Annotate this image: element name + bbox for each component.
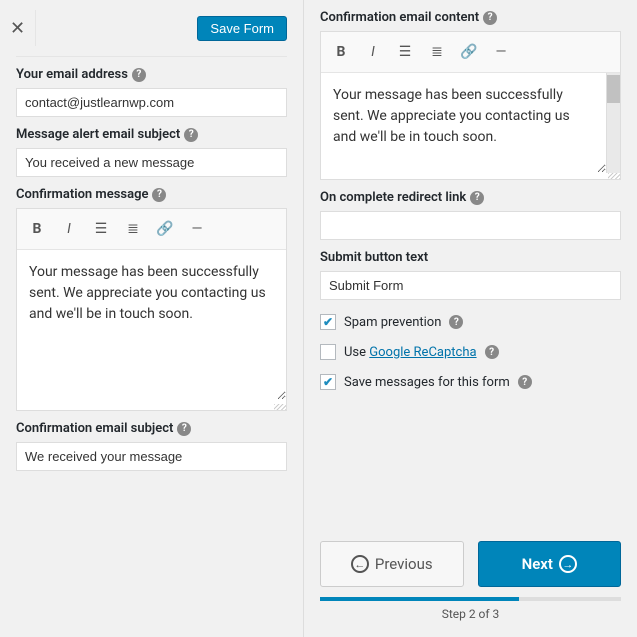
alert-subject-label: Message alert email subject ? xyxy=(16,127,287,142)
confirmation-message-label: Confirmation message ? xyxy=(16,187,287,202)
arrow-right-icon: → xyxy=(559,555,577,573)
redirect-link-label-text: On complete redirect link xyxy=(320,190,466,205)
alert-subject-label-text: Message alert email subject xyxy=(16,127,180,142)
bold-icon[interactable]: B xyxy=(23,215,51,243)
help-icon[interactable]: ? xyxy=(177,422,191,436)
help-icon[interactable]: ? xyxy=(132,68,146,82)
email-address-label: Your email address ? xyxy=(16,67,287,82)
help-icon[interactable]: ? xyxy=(483,11,497,25)
help-icon[interactable]: ? xyxy=(184,128,198,142)
email-address-input[interactable] xyxy=(16,88,287,117)
save-messages-label: Save messages for this form xyxy=(344,375,510,390)
submit-button-text-label-text: Submit button text xyxy=(320,250,428,265)
hr-icon[interactable]: — xyxy=(183,215,211,243)
recaptcha-checkbox[interactable] xyxy=(320,344,336,360)
step-indicator: Step 2 of 3 xyxy=(320,607,621,621)
submit-button-text-label: Submit button text xyxy=(320,250,621,265)
italic-icon[interactable]: I xyxy=(359,38,387,66)
previous-button-label: Previous xyxy=(375,555,433,573)
confirmation-subject-label: Confirmation email subject ? xyxy=(16,421,287,436)
recaptcha-link[interactable]: Google ReCaptcha xyxy=(369,345,476,360)
spam-prevention-checkbox[interactable] xyxy=(320,314,336,330)
redirect-link-input[interactable] xyxy=(320,211,621,240)
hr-icon[interactable]: — xyxy=(487,38,515,66)
italic-icon[interactable]: I xyxy=(55,215,83,243)
number-list-icon[interactable]: ≣ xyxy=(423,38,451,66)
spam-prevention-label: Spam prevention xyxy=(344,315,441,330)
help-icon[interactable]: ? xyxy=(470,191,484,205)
link-icon[interactable]: 🔗 xyxy=(455,38,483,66)
previous-button[interactable]: ← Previous xyxy=(320,541,464,587)
close-icon[interactable]: ✕ xyxy=(0,10,36,46)
next-button[interactable]: Next → xyxy=(478,541,622,587)
recaptcha-prefix: Use xyxy=(344,345,366,360)
help-icon[interactable]: ? xyxy=(449,315,463,329)
help-icon[interactable]: ? xyxy=(485,345,499,359)
confirmation-email-content-editor: B I ☰ ≣ 🔗 — xyxy=(320,31,621,180)
progress-bar xyxy=(320,597,621,601)
confirmation-message-label-text: Confirmation message xyxy=(16,187,148,202)
link-icon[interactable]: 🔗 xyxy=(151,215,179,243)
arrow-left-icon: ← xyxy=(351,555,369,573)
editor-toolbar: B I ☰ ≣ 🔗 — xyxy=(321,32,620,73)
confirmation-message-textarea[interactable] xyxy=(17,250,286,400)
resize-handle[interactable] xyxy=(321,173,620,179)
submit-button-text-input[interactable] xyxy=(320,271,621,300)
bullet-list-icon[interactable]: ☰ xyxy=(87,215,115,243)
bold-icon[interactable]: B xyxy=(327,38,355,66)
recaptcha-label: Use Google ReCaptcha xyxy=(344,345,477,360)
confirmation-email-content-label-text: Confirmation email content xyxy=(320,10,479,25)
bullet-list-icon[interactable]: ☰ xyxy=(391,38,419,66)
scrollbar-thumb[interactable] xyxy=(607,75,620,103)
progress-fill xyxy=(320,597,519,601)
editor-toolbar: B I ☰ ≣ 🔗 — xyxy=(17,209,286,250)
save-form-button[interactable]: Save Form xyxy=(197,16,287,41)
confirmation-subject-input[interactable] xyxy=(16,442,287,471)
help-icon[interactable]: ? xyxy=(518,375,532,389)
resize-handle[interactable] xyxy=(17,404,286,410)
scrollbar[interactable] xyxy=(606,73,620,173)
confirmation-message-editor: B I ☰ ≣ 🔗 — xyxy=(16,208,287,411)
confirmation-subject-label-text: Confirmation email subject xyxy=(16,421,173,436)
alert-subject-input[interactable] xyxy=(16,148,287,177)
help-icon[interactable]: ? xyxy=(152,188,166,202)
next-button-label: Next xyxy=(522,555,553,573)
email-address-label-text: Your email address xyxy=(16,67,128,82)
number-list-icon[interactable]: ≣ xyxy=(119,215,147,243)
confirmation-email-content-label: Confirmation email content ? xyxy=(320,10,621,25)
redirect-link-label: On complete redirect link ? xyxy=(320,190,621,205)
confirmation-email-content-textarea[interactable] xyxy=(321,73,606,173)
save-messages-checkbox[interactable] xyxy=(320,374,336,390)
